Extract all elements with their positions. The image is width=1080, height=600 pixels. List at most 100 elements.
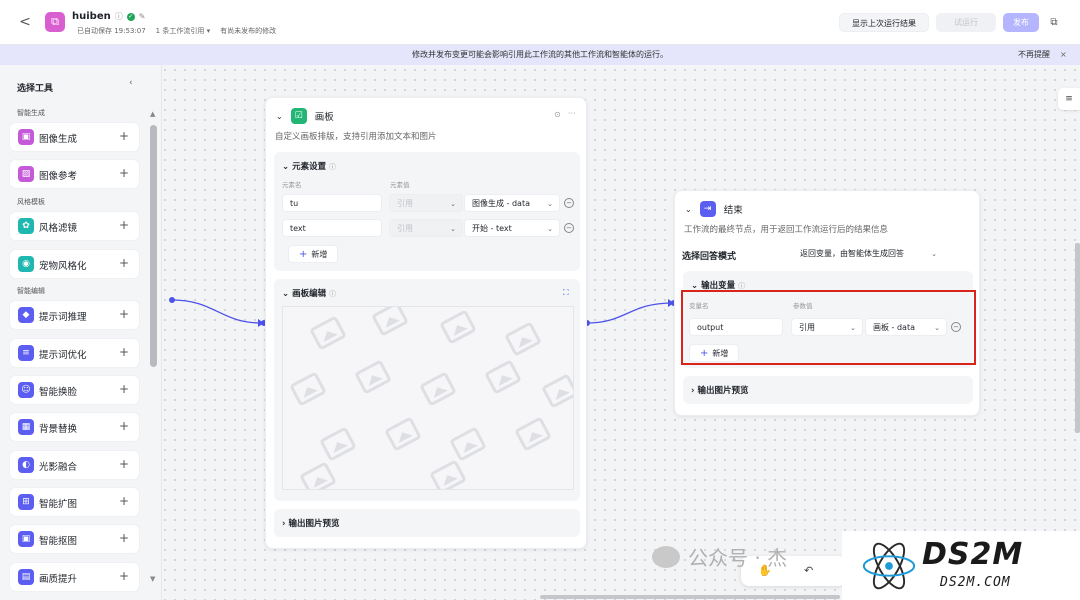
more-icon[interactable]: ···: [568, 109, 576, 118]
highlight-box: [681, 290, 976, 365]
section-title[interactable]: › 输出图片预览: [282, 517, 339, 529]
tool-label: 图像参考: [39, 171, 78, 182]
prompt-reasoning-icon: ◆: [18, 307, 34, 323]
add-icon[interactable]: +: [119, 494, 129, 508]
elements-section: ⌄ 元素设置 ⓘ 元素名 元素值 tu 引用 ⌄ 图像生成 - data ⌄ − t…: [274, 152, 580, 271]
add-icon[interactable]: +: [119, 531, 129, 545]
tool-item[interactable]: ✿ 风格滤镜 +: [10, 212, 139, 240]
chevron-down-icon: ⌄: [931, 250, 937, 258]
add-label: 新增: [311, 250, 328, 259]
tool-label: 风格滤镜: [39, 223, 78, 234]
section-title-text: 输出图片预览: [697, 386, 749, 396]
section-title[interactable]: › 输出图片预览: [691, 384, 748, 396]
answer-mode-select[interactable]: 返回变量，由智能体生成回答 ⌄: [793, 245, 943, 263]
image-placeholder-icon: [504, 321, 542, 357]
remove-icon[interactable]: −: [564, 198, 574, 208]
tool-item[interactable]: ▣ 智能抠图 +: [10, 525, 139, 553]
tool-item[interactable]: ◐ 光影融合 +: [10, 451, 139, 479]
column-header: 元素值: [390, 181, 410, 189]
answer-mode-label: 选择回答模式: [682, 252, 737, 262]
undo-icon[interactable]: ↶: [804, 564, 813, 577]
scroll-up-icon[interactable]: ▲: [150, 110, 155, 118]
image-placeholder-icon: [484, 359, 522, 395]
element-name-input[interactable]: tu: [282, 194, 382, 212]
tool-item[interactable]: ◉ 宠物风格化 +: [10, 250, 139, 278]
add-icon[interactable]: +: [119, 256, 129, 270]
image-reference-icon: ▨: [18, 166, 34, 182]
element-name-input[interactable]: text: [282, 219, 382, 237]
output-preview-section[interactable]: › 输出图片预览: [683, 376, 973, 404]
element-ref-select[interactable]: 图像生成 - data ⌄: [464, 194, 560, 212]
tool-item[interactable]: ≡ 提示词优化 +: [10, 339, 139, 367]
section-title[interactable]: ⌄ 画板编辑 ⓘ: [282, 287, 336, 299]
tool-item[interactable]: ▤ 画质提升 +: [10, 563, 139, 591]
group-label: 风格模板: [17, 198, 45, 206]
tool-item[interactable]: ▣ 图像生成 +: [10, 123, 139, 151]
element-ref-select[interactable]: 开始 - text ⌄: [464, 219, 560, 237]
add-icon[interactable]: +: [119, 345, 129, 359]
image-placeholder-icon: [541, 373, 573, 409]
start-output-port[interactable]: [169, 297, 175, 303]
element-type-select[interactable]: 引用 ⌄: [389, 219, 463, 237]
add-icon[interactable]: +: [119, 569, 129, 583]
image-placeholder-icon: [514, 416, 552, 452]
tool-item[interactable]: ⊞ 智能扩图 +: [10, 488, 139, 516]
edge-start-to-board: [171, 299, 263, 324]
help-icon: ⓘ: [738, 282, 746, 290]
help-icon: ⓘ: [329, 290, 337, 298]
tool-label: 智能抠图: [39, 536, 78, 547]
add-icon[interactable]: +: [119, 457, 129, 471]
image-placeholder-icon: [299, 461, 337, 489]
chevron-down-icon: ⌄: [547, 225, 553, 233]
chevron-down-icon[interactable]: ⌄: [276, 112, 283, 121]
style-filter-icon: ✿: [18, 218, 34, 234]
element-type-select[interactable]: 引用 ⌄: [389, 194, 463, 212]
board-canvas-preview[interactable]: [282, 306, 574, 490]
add-icon[interactable]: +: [119, 129, 129, 143]
panel-toggle-icon[interactable]: ≡: [1058, 88, 1080, 110]
image-placeholder-icon: [289, 371, 327, 407]
add-element-button[interactable]: + 新增: [288, 245, 339, 263]
node-header: ⌄ ⇥ 结束: [685, 201, 743, 217]
board-node[interactable]: ⌄ ☑ 画板 ⊙ ··· 自定义画板排版，支持引用添加文本和图片 ⌄ 元素设置 …: [265, 97, 587, 549]
add-icon[interactable]: +: [119, 166, 129, 180]
brand-url: DS2M.COM: [940, 575, 1011, 590]
tool-item[interactable]: ▦ 背景替换 +: [10, 413, 139, 441]
light-blend-icon: ◐: [18, 457, 34, 473]
tool-label: 智能换脸: [39, 387, 78, 398]
scroll-down-icon[interactable]: ▼: [150, 575, 155, 583]
image-placeholder-icon: [384, 416, 422, 452]
chevron-down-icon[interactable]: ⌄: [685, 205, 692, 214]
output-preview-section[interactable]: › 输出图片预览: [274, 509, 580, 537]
group-label: 智能编辑: [17, 287, 45, 295]
tool-item[interactable]: ☺ 智能换脸 +: [10, 376, 139, 404]
add-icon[interactable]: +: [119, 218, 129, 232]
tool-label: 图像生成: [39, 134, 78, 145]
settings-icon[interactable]: ⊙: [554, 110, 561, 119]
select-value: 图像生成 - data: [472, 199, 530, 208]
canvas-vertical-scrollbar[interactable]: [1075, 243, 1080, 433]
add-icon[interactable]: +: [119, 419, 129, 433]
tool-label: 画质提升: [39, 574, 78, 585]
board-icon: ☑: [290, 108, 307, 124]
canvas-horizontal-scrollbar[interactable]: [540, 595, 840, 599]
wechat-icon: [652, 545, 680, 568]
node-description: 工作流的最终节点，用于返回工作流运行后的结果信息: [684, 225, 889, 235]
tool-item[interactable]: ▨ 图像参考 +: [10, 160, 139, 188]
section-title[interactable]: ⌄ 元素设置 ⓘ: [282, 160, 336, 172]
image-generate-icon: ▣: [18, 129, 34, 145]
sidebar-scrollbar[interactable]: [150, 125, 157, 367]
collapse-icon[interactable]: ‹: [129, 78, 133, 88]
image-placeholder-icon: [319, 426, 357, 462]
cutout-icon: ▣: [18, 531, 34, 547]
add-icon[interactable]: +: [119, 382, 129, 396]
outpaint-icon: ⊞: [18, 494, 34, 510]
node-title: 画板: [314, 112, 334, 123]
select-value: 返回变量，由智能体生成回答: [800, 249, 904, 258]
remove-icon[interactable]: −: [564, 223, 574, 233]
add-icon[interactable]: +: [119, 307, 129, 321]
expand-icon[interactable]: ⛶: [563, 288, 569, 298]
tool-item[interactable]: ◆ 提示词推理 +: [10, 301, 139, 329]
tool-label: 提示词优化: [39, 350, 87, 361]
face-swap-icon: ☺: [18, 382, 34, 398]
